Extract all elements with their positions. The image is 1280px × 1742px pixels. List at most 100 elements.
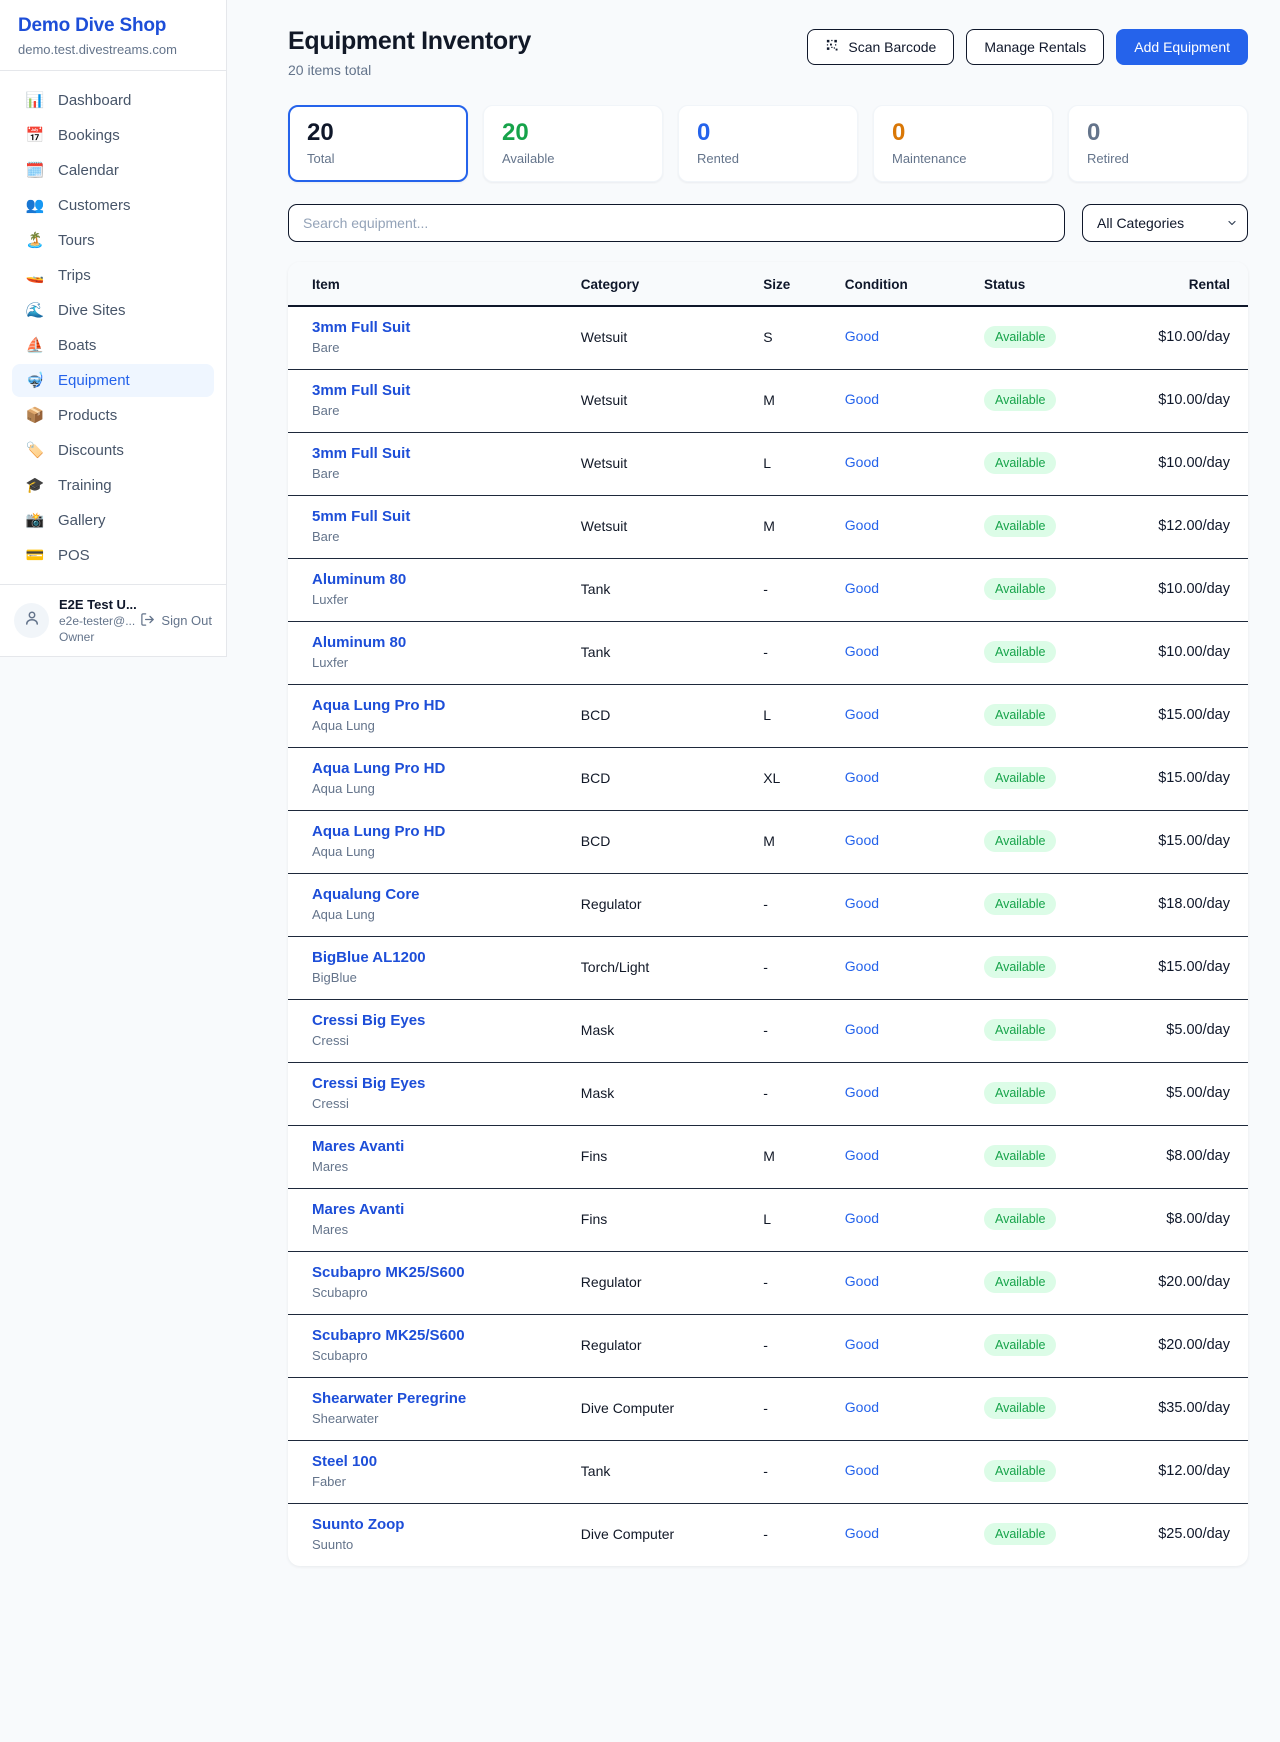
condition-link[interactable]: Good [845, 1147, 879, 1163]
tours-icon: 🏝️ [25, 233, 45, 248]
item-name-link[interactable]: Steel 100 [312, 1453, 581, 1470]
status-badge: Available [984, 326, 1057, 348]
page-header: Equipment Inventory 20 items total [288, 27, 1248, 78]
sidebar-item-tours[interactable]: 🏝️Tours [12, 224, 214, 257]
sign-out-button[interactable]: Sign Out [140, 612, 212, 630]
sidebar-item-dashboard[interactable]: 📊Dashboard [12, 84, 214, 117]
cell-size: - [763, 621, 845, 684]
condition-link[interactable]: Good [845, 1021, 879, 1037]
sidebar-item-discounts[interactable]: 🏷️Discounts [12, 434, 214, 467]
search-input[interactable] [288, 204, 1065, 242]
item-name-link[interactable]: Scubapro MK25/S600 [312, 1264, 581, 1281]
condition-link[interactable]: Good [845, 769, 879, 785]
cell-condition: Good [845, 1062, 984, 1125]
condition-link[interactable]: Good [845, 832, 879, 848]
item-name-link[interactable]: Mares Avanti [312, 1138, 581, 1155]
condition-link[interactable]: Good [845, 1525, 879, 1541]
condition-link[interactable]: Good [845, 958, 879, 974]
sidebar-item-products[interactable]: 📦Products [12, 399, 214, 432]
cell-size: - [763, 1377, 845, 1440]
status-badge: Available [984, 389, 1057, 411]
col-header-item: Item [288, 262, 581, 306]
status-badge: Available [984, 893, 1057, 915]
cell-status: Available [984, 306, 1104, 370]
item-name-link[interactable]: Aqua Lung Pro HD [312, 760, 581, 777]
status-badge: Available [984, 515, 1057, 537]
scan-barcode-button[interactable]: Scan Barcode [807, 29, 954, 65]
item-name-link[interactable]: 5mm Full Suit [312, 508, 581, 525]
sidebar-item-boats[interactable]: ⛵Boats [12, 329, 214, 362]
item-name-link[interactable]: Cressi Big Eyes [312, 1012, 581, 1029]
item-name-link[interactable]: Aluminum 80 [312, 571, 581, 588]
condition-link[interactable]: Good [845, 328, 879, 344]
stat-card-available[interactable]: 20Available [483, 105, 663, 182]
sidebar-item-dive-sites[interactable]: 🌊Dive Sites [12, 294, 214, 327]
cell-item: Steel 100Faber [288, 1440, 581, 1503]
cell-rental: $12.00/day [1104, 1440, 1248, 1503]
status-badge: Available [984, 578, 1057, 600]
item-name-link[interactable]: Aluminum 80 [312, 634, 581, 651]
sidebar-item-customers[interactable]: 👥Customers [12, 189, 214, 222]
item-brand: Aqua Lung [312, 844, 581, 859]
item-name-link[interactable]: Mares Avanti [312, 1201, 581, 1218]
table-row: Suunto ZoopSuuntoDive Computer-GoodAvail… [288, 1503, 1248, 1566]
sidebar-item-calendar[interactable]: 🗓️Calendar [12, 154, 214, 187]
condition-link[interactable]: Good [845, 706, 879, 722]
condition-link[interactable]: Good [845, 454, 879, 470]
stat-label: Retired [1087, 151, 1229, 166]
item-name-link[interactable]: Aqua Lung Pro HD [312, 823, 581, 840]
table-row: 3mm Full SuitBareWetsuitLGoodAvailable$1… [288, 432, 1248, 495]
item-name-link[interactable]: 3mm Full Suit [312, 445, 581, 462]
sidebar-item-gallery[interactable]: 📸Gallery [12, 504, 214, 537]
cell-condition: Good [845, 1440, 984, 1503]
item-name-link[interactable]: Aqua Lung Pro HD [312, 697, 581, 714]
item-name-link[interactable]: BigBlue AL1200 [312, 949, 581, 966]
cell-rental: $15.00/day [1104, 747, 1248, 810]
cell-status: Available [984, 1440, 1104, 1503]
cell-size: M [763, 369, 845, 432]
item-name-link[interactable]: 3mm Full Suit [312, 319, 581, 336]
item-name-link[interactable]: Cressi Big Eyes [312, 1075, 581, 1092]
add-equipment-button[interactable]: Add Equipment [1116, 29, 1248, 65]
status-badge: Available [984, 452, 1057, 474]
item-name-link[interactable]: 3mm Full Suit [312, 382, 581, 399]
item-name-link[interactable]: Scubapro MK25/S600 [312, 1327, 581, 1344]
sidebar-item-trips[interactable]: 🚤Trips [12, 259, 214, 292]
stat-card-total[interactable]: 20Total [288, 105, 468, 182]
condition-link[interactable]: Good [845, 1273, 879, 1289]
category-filter[interactable]: All Categories [1082, 204, 1248, 242]
item-brand: Luxfer [312, 655, 581, 670]
condition-link[interactable]: Good [845, 895, 879, 911]
stat-card-rented[interactable]: 0Rented [678, 105, 858, 182]
sidebar-item-training[interactable]: 🎓Training [12, 469, 214, 502]
condition-link[interactable]: Good [845, 1462, 879, 1478]
condition-link[interactable]: Good [845, 1210, 879, 1226]
sidebar-item-equipment[interactable]: 🤿Equipment [12, 364, 214, 397]
stat-label: Available [502, 151, 644, 166]
barcode-icon [825, 38, 840, 56]
condition-link[interactable]: Good [845, 1084, 879, 1100]
cell-category: Regulator [581, 873, 763, 936]
manage-rentals-button[interactable]: Manage Rentals [966, 29, 1104, 65]
cell-condition: Good [845, 810, 984, 873]
sidebar-item-bookings[interactable]: 📅Bookings [12, 119, 214, 152]
condition-link[interactable]: Good [845, 517, 879, 533]
condition-link[interactable]: Good [845, 1399, 879, 1415]
cell-item: Aqualung CoreAqua Lung [288, 873, 581, 936]
condition-link[interactable]: Good [845, 643, 879, 659]
item-name-link[interactable]: Shearwater Peregrine [312, 1390, 581, 1407]
stat-card-maintenance[interactable]: 0Maintenance [873, 105, 1053, 182]
condition-link[interactable]: Good [845, 1336, 879, 1352]
cell-rental: $25.00/day [1104, 1503, 1248, 1566]
sidebar-item-pos[interactable]: 💳POS [12, 539, 214, 572]
bookings-icon: 📅 [25, 128, 45, 143]
user-name: E2E Test U... [59, 597, 130, 612]
item-brand: Bare [312, 340, 581, 355]
item-name-link[interactable]: Suunto Zoop [312, 1516, 581, 1533]
item-name-link[interactable]: Aqualung Core [312, 886, 581, 903]
cell-status: Available [984, 1188, 1104, 1251]
stat-card-retired[interactable]: 0Retired [1068, 105, 1248, 182]
cell-condition: Good [845, 558, 984, 621]
condition-link[interactable]: Good [845, 391, 879, 407]
condition-link[interactable]: Good [845, 580, 879, 596]
